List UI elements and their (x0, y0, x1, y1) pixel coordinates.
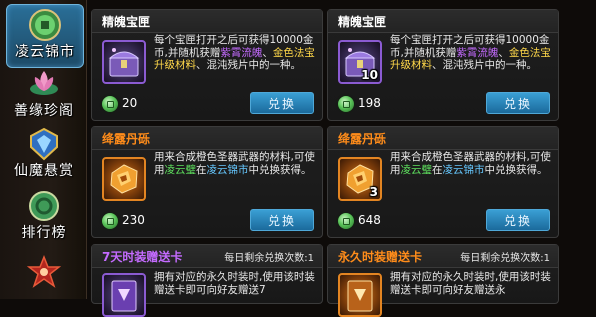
item-title: 绛露丹砾 (338, 132, 387, 146)
jade-currency-icon (338, 213, 354, 229)
sidebar-item-demon[interactable] (6, 252, 82, 314)
item-slot[interactable] (102, 157, 146, 201)
sidebar-item-label: 排行榜 (21, 225, 67, 241)
item-description: 拥有对应的永久时装时,使用该时装赠送卡即可向好友赠送永 (390, 271, 551, 296)
fashion-card-icon (111, 280, 137, 312)
item-slot[interactable] (102, 273, 146, 317)
item-title: 精魄宝匣 (338, 15, 387, 29)
demon-star-icon (27, 255, 61, 288)
item-description: 拥有对应的永久时装时,使用该时装赠送卡即可向好友赠送7 (154, 271, 315, 296)
item-title: 7天时装赠送卡 (102, 250, 183, 264)
shop-item-card: 精魄宝匣 每个宝匣打开之后可获得10000金币,并随机获赠紫霄流魄、金色法宝升级… (91, 9, 323, 121)
item-slot[interactable]: 10 (338, 40, 382, 84)
sidebar-item-bounty[interactable]: 仙魔悬赏 (6, 124, 82, 186)
lotus-icon (30, 71, 58, 95)
item-slot[interactable] (338, 273, 382, 317)
treasure-chest-icon (108, 48, 140, 77)
item-description: 每个宝匣打开之后可获得10000金币,并随机获赠紫霄流魄、金色法宝升级材料、混沌… (390, 34, 551, 71)
jade-currency-icon (102, 213, 118, 229)
price-value: 198 (358, 96, 381, 110)
exchange-button[interactable]: 兑换 (486, 92, 550, 114)
item-quantity: 3 (369, 185, 378, 199)
shop-item-card: 绛露丹砾 3 用来合成橙色圣器武器的材料,可使用凌云璧在凌云锦市中兑换获得。 6… (327, 126, 559, 238)
exchange-button[interactable]: 兑换 (250, 92, 314, 114)
sidebar-item-lingyun-market[interactable]: 凌云锦市 (6, 4, 84, 68)
item-slot[interactable] (102, 40, 146, 84)
elixir-fragment-icon (110, 164, 138, 194)
item-description: 用来合成橙色圣器武器的材料,可使用凌云璧在凌云锦市中兑换获得。 (154, 151, 315, 176)
sidebar-item-label: 善缘珍阁 (14, 103, 74, 119)
item-title: 绛露丹砾 (102, 132, 151, 146)
item-quantity: 10 (361, 68, 378, 82)
category-sidebar: 凌云锦市 善缘珍阁 仙魔悬赏 排行榜 (0, 0, 87, 299)
item-title: 永久时装赠送卡 (338, 250, 423, 264)
shop-item-card: 精魄宝匣 10 每个宝匣打开之后可获得10000金币,并随机获赠紫霄流魄、金色法… (327, 9, 559, 121)
daily-exchange-limit: 每日剩余兑换次数:1 (460, 253, 550, 264)
item-description: 用来合成橙色圣器武器的材料,可使用凌云璧在凌云锦市中兑换获得。 (390, 151, 551, 176)
fashion-card-icon (347, 280, 373, 312)
item-title: 精魄宝匣 (102, 15, 151, 29)
price-value: 648 (358, 213, 381, 227)
price-value: 20 (122, 96, 138, 110)
jade-coin-icon (29, 9, 61, 41)
item-slot[interactable]: 3 (338, 157, 382, 201)
sidebar-item-label: 凌云锦市 (15, 44, 75, 60)
sidebar-item-ranking[interactable]: 排行榜 (6, 186, 82, 248)
jade-currency-icon (338, 96, 354, 112)
crystal-shield-icon (30, 127, 58, 161)
shop-item-card: 7天时装赠送卡 每日剩余兑换次数:1 拥有对应的永久时装时,使用该时装赠送卡即可… (91, 244, 323, 317)
daily-exchange-limit: 每日剩余兑换次数:1 (224, 253, 314, 264)
exchange-button[interactable]: 兑换 (250, 209, 314, 231)
sidebar-item-charity-pavilion[interactable]: 善缘珍阁 (6, 64, 82, 126)
exchange-button[interactable]: 兑换 (486, 209, 550, 231)
jade-medal-icon (29, 191, 59, 221)
jade-currency-icon (102, 96, 118, 112)
shop-item-card: 永久时装赠送卡 每日剩余兑换次数:1 拥有对应的永久时装时,使用该时装赠送卡即可… (327, 244, 559, 317)
sidebar-item-label: 仙魔悬赏 (14, 163, 74, 179)
shop-item-card: 绛露丹砾 用来合成橙色圣器武器的材料,可使用凌云璧在凌云锦市中兑换获得。 230… (91, 126, 323, 238)
item-description: 每个宝匣打开之后可获得10000金币,并随机获赠紫霄流魄、金色法宝升级材料、混沌… (154, 34, 315, 71)
price-value: 230 (122, 213, 145, 227)
